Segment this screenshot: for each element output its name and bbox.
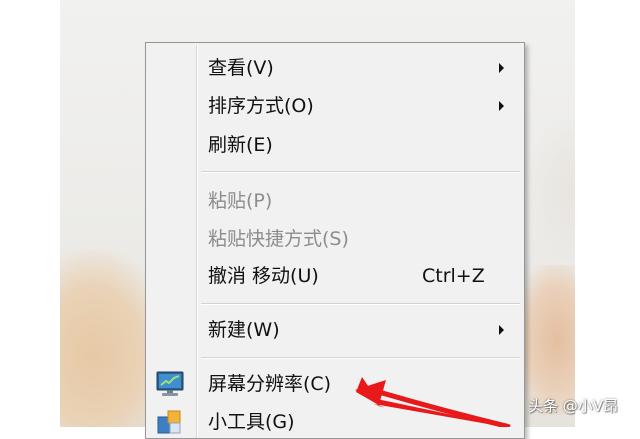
watermark: 头条 @小V昂: [528, 397, 619, 415]
red-annotation-arrow: [355, 377, 511, 427]
